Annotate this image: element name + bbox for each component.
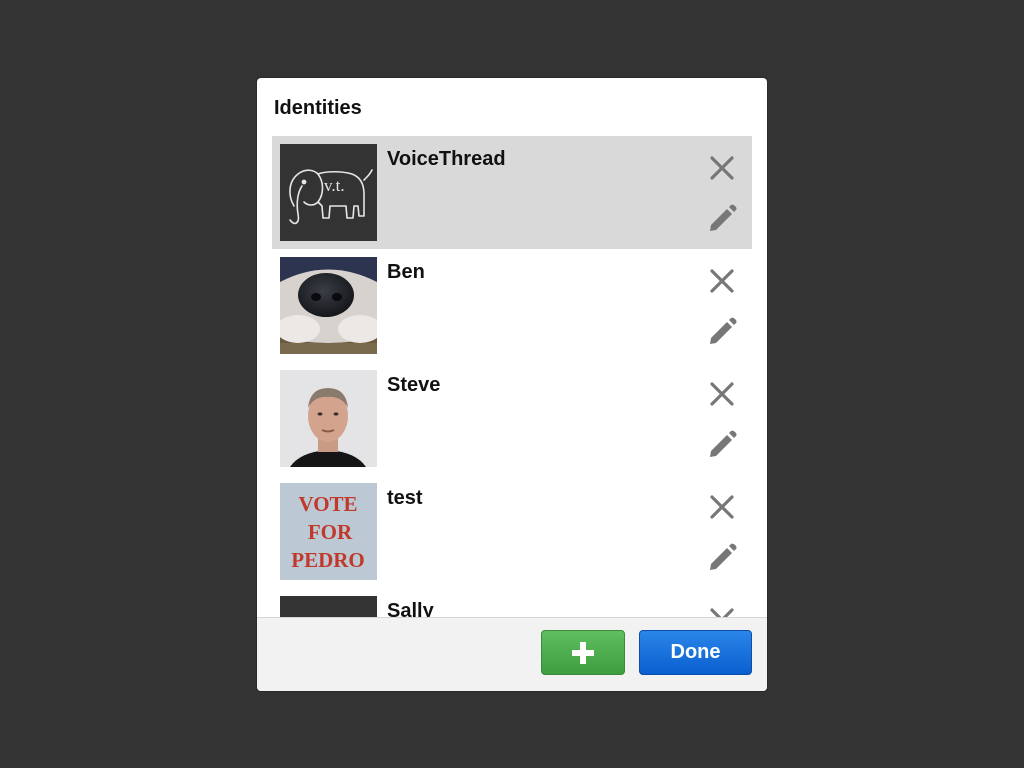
edit-button[interactable] <box>704 313 740 349</box>
identity-name: Ben <box>387 261 425 283</box>
close-icon <box>710 608 734 617</box>
avatar: VOTE FOR PEDRO <box>280 483 377 580</box>
plus-icon <box>572 642 594 664</box>
identity-name: VoiceThread <box>387 148 506 170</box>
edit-button[interactable] <box>704 200 740 236</box>
svg-text:FOR: FOR <box>308 520 353 544</box>
delete-button[interactable] <box>704 263 740 299</box>
delete-button[interactable] <box>704 150 740 186</box>
identity-row-test[interactable]: VOTE FOR PEDRO test <box>272 475 752 588</box>
identity-row-sally[interactable]: Sally <box>272 588 752 617</box>
avatar <box>280 596 377 617</box>
close-icon <box>710 495 734 519</box>
avatar <box>280 257 377 354</box>
identity-name: test <box>387 487 423 509</box>
identity-name: Steve <box>387 374 441 396</box>
close-icon <box>710 269 734 293</box>
add-identity-button[interactable] <box>541 630 625 675</box>
avatar: v.t. <box>280 144 377 241</box>
identity-row-steve[interactable]: Steve <box>272 362 752 475</box>
identity-row-ben[interactable]: Ben <box>272 249 752 362</box>
dialog-footer: Done <box>257 617 767 691</box>
identity-list[interactable]: v.t. VoiceThread Ben Steve VOTE FOR PEDR… <box>272 136 752 617</box>
edit-button[interactable] <box>704 539 740 575</box>
identities-dialog: Identities v.t. VoiceThread Ben Steve VO… <box>257 78 767 691</box>
done-button[interactable]: Done <box>639 630 752 675</box>
edit-button[interactable] <box>704 426 740 462</box>
pencil-icon <box>710 317 737 344</box>
pencil-icon <box>710 430 737 457</box>
pencil-icon <box>710 543 737 570</box>
svg-text:PEDRO: PEDRO <box>291 548 365 572</box>
avatar-logo-text: v.t. <box>324 176 345 195</box>
delete-button[interactable] <box>704 602 740 617</box>
avatar <box>280 370 377 467</box>
close-icon <box>710 156 734 180</box>
identity-row-voicethread[interactable]: v.t. VoiceThread <box>272 136 752 249</box>
delete-button[interactable] <box>704 376 740 412</box>
svg-text:VOTE: VOTE <box>298 492 357 516</box>
dialog-title: Identities <box>274 97 362 119</box>
delete-button[interactable] <box>704 489 740 525</box>
identity-name: Sally <box>387 600 434 617</box>
pencil-icon <box>710 204 737 231</box>
close-icon <box>710 382 734 406</box>
